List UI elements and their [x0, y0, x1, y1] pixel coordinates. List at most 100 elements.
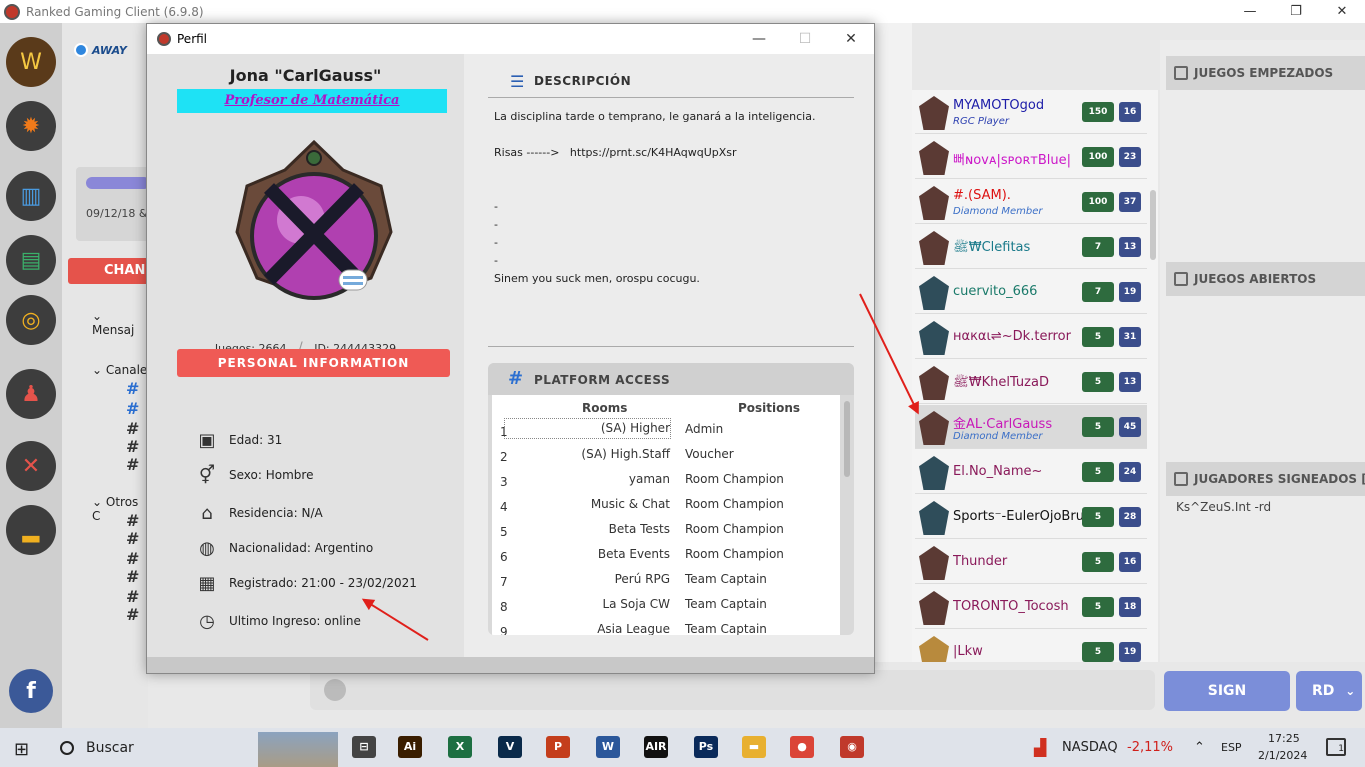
channel-hash-icon[interactable]: # [126, 419, 139, 438]
stats-icon[interactable]: ▥ [6, 171, 56, 221]
games-started-header[interactable]: JUEGOS EMPEZADOS [1166, 56, 1365, 90]
warcraft-icon[interactable]: W [6, 37, 56, 87]
vegas-icon[interactable]: V [498, 736, 522, 758]
ticker-value[interactable]: -2,11% [1127, 728, 1173, 767]
player-row[interactable]: Thunder 5 16 [915, 540, 1147, 584]
channel-hash-icon[interactable]: # [126, 455, 139, 474]
table-row[interactable]: 1 (SA) Higher Admin [492, 418, 840, 444]
channels-button[interactable]: CHANN [68, 258, 158, 284]
chevron-up-icon[interactable]: ⌃ [1194, 728, 1205, 767]
table-row[interactable]: 7 Perú RPG Team Captain [492, 569, 840, 594]
channel-hash-icon[interactable]: # [126, 529, 139, 548]
signed-players-header[interactable]: JUGADORES SIGNEADOS [0/1 [1166, 462, 1365, 496]
player-row[interactable]: cuervito_666 7 19 [915, 270, 1147, 314]
player-row[interactable]: #.(SAM). Diamond Member 100 37 [915, 180, 1147, 224]
folder-icon[interactable]: ▬ [742, 736, 766, 758]
ticker-name[interactable]: NASDAQ [1062, 728, 1118, 767]
channel-hash-icon[interactable]: # [126, 587, 139, 606]
player-row[interactable]: нαкαι⇌~Dk.terror 5 31 [915, 315, 1147, 359]
app-titlebar: Ranked Gaming Client (6.9.8) — ❐ ✕ [0, 0, 1365, 23]
status-away[interactable]: AWAY [74, 43, 127, 57]
sign-button[interactable]: SIGN [1164, 671, 1290, 711]
app-logo-icon [4, 3, 20, 20]
taskbar: ⊞ Buscar ⊟ Ai X V P W AIR Ps ▬ ● ◉ ▟ NASDAQ -2,11%… [0, 728, 1365, 767]
player-list-scrollbar[interactable] [1150, 190, 1156, 260]
word-icon[interactable]: W [596, 736, 620, 758]
air-icon[interactable]: AIR [644, 736, 668, 758]
table-row[interactable]: 2 (SA) High.Staff Voucher [492, 444, 840, 469]
channel-hash-icon[interactable]: # [126, 511, 139, 530]
table-row[interactable]: 9 Asia League Team Captain [492, 619, 840, 635]
table-row[interactable]: 8 La Soja CW Team Captain [492, 594, 840, 619]
position-name: Team Captain [685, 622, 767, 635]
player-level-badge: 100 [1082, 147, 1114, 167]
settings-icon[interactable]: ✹ [6, 101, 56, 151]
player-title: Diamond Member [953, 431, 1043, 442]
emoji-icon[interactable] [324, 679, 346, 701]
rd-button[interactable]: RD ⌄ [1296, 671, 1362, 711]
table-row[interactable]: 6 Beta Events Room Champion [492, 544, 840, 569]
player-stat-badge: 16 [1119, 102, 1141, 122]
console-icon[interactable]: ▤ [6, 235, 56, 285]
coins-icon[interactable]: ◎ [6, 295, 56, 345]
illustrator-icon[interactable]: Ai [398, 736, 422, 758]
windows-start-icon[interactable]: ⊞ [14, 739, 29, 760]
row-number: 7 [500, 575, 508, 589]
tree-others[interactable]: ⌄ Otros C [92, 495, 148, 523]
platform-access-scrollbar[interactable] [844, 401, 850, 477]
table-row[interactable]: 5 Beta Tests Room Champion [492, 519, 840, 544]
task-view-icon[interactable]: ⊟ [352, 736, 376, 758]
facebook-icon[interactable]: f [9, 669, 53, 713]
ranking-icon[interactable]: ▂ [6, 505, 56, 555]
notification-icon[interactable]: 1 [1326, 738, 1346, 756]
player-row[interactable]: Sports⁻-EulerOjoBru 5 28 [915, 495, 1147, 539]
row-number: 8 [500, 600, 508, 614]
player-row[interactable]: 金AL·CarlGauss Diamond Member 5 45 [915, 405, 1147, 449]
chrome-icon[interactable]: ● [790, 736, 814, 758]
profile-tag[interactable]: Profesor de Matemática [177, 89, 447, 113]
minimize-button[interactable]: — [1227, 0, 1273, 23]
progress-bar [86, 177, 150, 189]
player-row[interactable]: |Lkw 5 19 [915, 630, 1147, 662]
games-open-header[interactable]: JUEGOS ABIERTOS [1166, 262, 1365, 296]
swords-icon[interactable]: ✕ [6, 441, 56, 491]
table-row[interactable]: 3 yaman Room Champion [492, 469, 840, 494]
dialog-close-button[interactable]: ✕ [828, 24, 874, 54]
player-level-badge: 100 [1082, 192, 1114, 212]
player-row[interactable]: 뻐ɴᴏᴠᴀ|ꜱᴘᴏʀᴛBlue| 100 23 [915, 135, 1147, 179]
photoshop-icon[interactable]: Ps [694, 736, 718, 758]
friends-icon[interactable]: ♟ [6, 369, 56, 419]
chat-input[interactable] [310, 670, 1155, 710]
tree-channels[interactable]: ⌄ Canale [92, 363, 147, 377]
rgc-icon[interactable]: ◉ [840, 736, 864, 758]
player-name: 뻐ɴᴏᴠᴀ|ꜱᴘᴏʀᴛBlue| [953, 153, 1072, 168]
channel-hash-icon[interactable]: # [126, 567, 139, 586]
dialog-minimize-button[interactable]: — [736, 24, 782, 54]
player-row[interactable]: El.No_Name~ 5 24 [915, 450, 1147, 494]
clock-date[interactable]: 2/1/2024 [1258, 749, 1307, 762]
language-indicator[interactable]: ESP [1221, 728, 1242, 767]
channel-hash-icon[interactable]: # [126, 399, 139, 418]
player-row[interactable]: ﷺ₩KhelTuzaD 5 13 [915, 360, 1147, 404]
player-row[interactable]: ﷺ₩Clefitas 7 13 [915, 225, 1147, 269]
clock-time[interactable]: 17:25 [1268, 732, 1300, 745]
channel-hash-icon[interactable]: # [126, 605, 139, 624]
dialog-titlebar: Perfil — ☐ ✕ [147, 24, 874, 54]
channel-hash-icon[interactable]: # [126, 437, 139, 456]
powerpoint-icon[interactable]: P [546, 736, 570, 758]
dialog-maximize-button: ☐ [798, 31, 812, 47]
channel-hash-icon[interactable]: # [126, 379, 139, 398]
channel-hash-icon[interactable]: # [126, 549, 139, 568]
info-last-login: ◷ Ultimo Ingreso: online [195, 609, 361, 633]
player-row[interactable]: TORONTO_Tocosh 5 18 [915, 585, 1147, 629]
tree-messages[interactable]: ⌄ Mensaj [92, 309, 148, 337]
taskbar-search[interactable]: Buscar [48, 728, 258, 767]
player-row[interactable]: MYAMOTOgod RGC Player 150 16 [915, 90, 1147, 134]
table-row[interactable]: 4 Music & Chat Room Champion [492, 494, 840, 519]
player-list: MYAMOTOgod RGC Player 150 16 뻐ɴᴏᴠᴀ|ꜱᴘᴏʀᴛBlue… [912, 90, 1158, 662]
globe-icon: ◍ [199, 537, 215, 559]
restore-button[interactable]: ❐ [1273, 0, 1319, 23]
excel-icon[interactable]: X [448, 736, 472, 758]
close-button[interactable]: ✕ [1319, 0, 1365, 23]
personal-information-button[interactable]: PERSONAL INFORMATION [177, 349, 450, 377]
